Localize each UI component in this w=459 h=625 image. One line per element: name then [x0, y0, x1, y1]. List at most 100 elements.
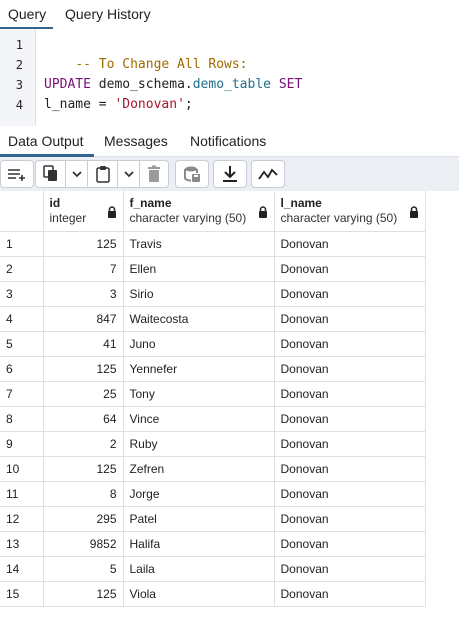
row-number-cell[interactable]: 11 [0, 481, 44, 507]
cell-l-name[interactable]: Donovan [274, 231, 426, 257]
table-row[interactable]: 8 64 Vince Donovan [0, 406, 426, 432]
row-number-cell[interactable]: 3 [0, 281, 44, 307]
cell-id[interactable]: 25 [43, 381, 124, 407]
cell-id[interactable]: 295 [43, 506, 124, 532]
paste-options-button[interactable] [118, 161, 140, 187]
table-row[interactable]: 4 847 Waitecosta Donovan [0, 306, 426, 332]
cell-f-name[interactable]: Ellen [123, 256, 275, 282]
column-header-l-name[interactable]: l_name character varying (50) [274, 191, 426, 232]
delete-button[interactable] [140, 161, 168, 187]
row-number-cell[interactable]: 2 [0, 256, 44, 282]
row-number-cell[interactable]: 7 [0, 381, 44, 407]
tab-data-output[interactable]: Data Output [8, 126, 84, 156]
table-row[interactable]: 12 295 Patel Donovan [0, 506, 426, 532]
cell-f-name[interactable]: Patel [123, 506, 275, 532]
copy-options-button[interactable] [66, 161, 88, 187]
row-number-cell[interactable]: 15 [0, 581, 44, 607]
semicolon: ; [184, 97, 193, 112]
cell-f-name[interactable]: Viola [123, 581, 275, 607]
add-row-icon [8, 169, 25, 181]
code-line-4: l_name = 'Donovan'; [44, 95, 193, 115]
cell-l-name[interactable]: Donovan [274, 331, 426, 357]
cell-l-name[interactable]: Donovan [274, 306, 426, 332]
row-number-cell[interactable]: 8 [0, 406, 44, 432]
tab-query[interactable]: Query [8, 0, 46, 29]
table-row[interactable]: 15 125 Viola Donovan [0, 581, 426, 607]
row-number-cell[interactable]: 1 [0, 231, 44, 257]
cell-id[interactable]: 125 [43, 356, 124, 382]
cell-id[interactable]: 64 [43, 406, 124, 432]
column-header-id[interactable]: id integer [43, 191, 124, 232]
copy-button[interactable] [36, 161, 66, 187]
cell-id[interactable]: 8 [43, 481, 124, 507]
cell-f-name[interactable]: Halifa [123, 531, 275, 557]
tab-notifications[interactable]: Notifications [190, 126, 266, 156]
cell-l-name[interactable]: Donovan [274, 406, 426, 432]
cell-id[interactable]: 3 [43, 281, 124, 307]
table-name: demo_table [192, 77, 271, 92]
row-number-cell[interactable]: 10 [0, 456, 44, 482]
cell-f-name[interactable]: Travis [123, 231, 275, 257]
cell-id[interactable]: 9852 [43, 531, 124, 557]
row-number-cell[interactable]: 12 [0, 506, 44, 532]
sql-comment: -- To Change All Rows: [75, 57, 248, 72]
table-row[interactable]: 5 41 Juno Donovan [0, 331, 426, 357]
cell-id[interactable]: 41 [43, 331, 124, 357]
cell-l-name[interactable]: Donovan [274, 506, 426, 532]
cell-l-name[interactable]: Donovan [274, 431, 426, 457]
column-header-f-name[interactable]: f_name character varying (50) [123, 191, 275, 232]
graph-visualiser-button[interactable] [252, 161, 284, 187]
table-row[interactable]: 14 5 Laila Donovan [0, 556, 426, 582]
table-row[interactable]: 7 25 Tony Donovan [0, 381, 426, 407]
cell-l-name[interactable]: Donovan [274, 381, 426, 407]
cell-l-name[interactable]: Donovan [274, 356, 426, 382]
table-row[interactable]: 6 125 Yennefer Donovan [0, 356, 426, 382]
cell-f-name[interactable]: Laila [123, 556, 275, 582]
tab-messages[interactable]: Messages [104, 126, 168, 156]
cell-f-name[interactable]: Waitecosta [123, 306, 275, 332]
row-number-cell[interactable]: 4 [0, 306, 44, 332]
cell-id[interactable]: 7 [43, 256, 124, 282]
row-number-cell[interactable]: 5 [0, 331, 44, 357]
row-number-cell[interactable]: 14 [0, 556, 44, 582]
table-row[interactable]: 13 9852 Halifa Donovan [0, 531, 426, 557]
table-row[interactable]: 11 8 Jorge Donovan [0, 481, 426, 507]
cell-id[interactable]: 5 [43, 556, 124, 582]
add-row-button[interactable] [1, 161, 33, 187]
table-row[interactable]: 9 2 Ruby Donovan [0, 431, 426, 457]
tab-query-history[interactable]: Query History [65, 0, 151, 29]
cell-f-name[interactable]: Yennefer [123, 356, 275, 382]
cell-id[interactable]: 847 [43, 306, 124, 332]
table-row[interactable]: 3 3 Sirio Donovan [0, 281, 426, 307]
cell-f-name[interactable]: Sirio [123, 281, 275, 307]
cell-f-name[interactable]: Zefren [123, 456, 275, 482]
cell-l-name[interactable]: Donovan [274, 256, 426, 282]
table-row[interactable]: 1 125 Travis Donovan [0, 231, 426, 257]
cell-l-name[interactable]: Donovan [274, 531, 426, 557]
download-button[interactable] [214, 161, 246, 187]
cell-id[interactable]: 125 [43, 581, 124, 607]
cell-l-name[interactable]: Donovan [274, 456, 426, 482]
cell-l-name[interactable]: Donovan [274, 581, 426, 607]
table-row[interactable]: 10 125 Zefren Donovan [0, 456, 426, 482]
cell-f-name[interactable]: Tony [123, 381, 275, 407]
cell-f-name[interactable]: Ruby [123, 431, 275, 457]
row-number-cell[interactable]: 9 [0, 431, 44, 457]
cell-l-name[interactable]: Donovan [274, 556, 426, 582]
copy-icon [42, 165, 57, 181]
row-number-cell[interactable]: 6 [0, 356, 44, 382]
cell-id[interactable]: 125 [43, 456, 124, 482]
cell-f-name[interactable]: Vince [123, 406, 275, 432]
row-number-header[interactable] [0, 191, 44, 232]
save-data-button[interactable] [176, 161, 208, 187]
cell-id[interactable]: 2 [43, 431, 124, 457]
paste-button[interactable] [88, 161, 118, 187]
table-row[interactable]: 2 7 Ellen Donovan [0, 256, 426, 282]
cell-l-name[interactable]: Donovan [274, 281, 426, 307]
sql-editor[interactable]: 1 2 3 4 -- To Change All Rows: UPDATE de… [0, 29, 459, 126]
row-number-cell[interactable]: 13 [0, 531, 44, 557]
cell-f-name[interactable]: Juno [123, 331, 275, 357]
cell-id[interactable]: 125 [43, 231, 124, 257]
cell-l-name[interactable]: Donovan [274, 481, 426, 507]
cell-f-name[interactable]: Jorge [123, 481, 275, 507]
